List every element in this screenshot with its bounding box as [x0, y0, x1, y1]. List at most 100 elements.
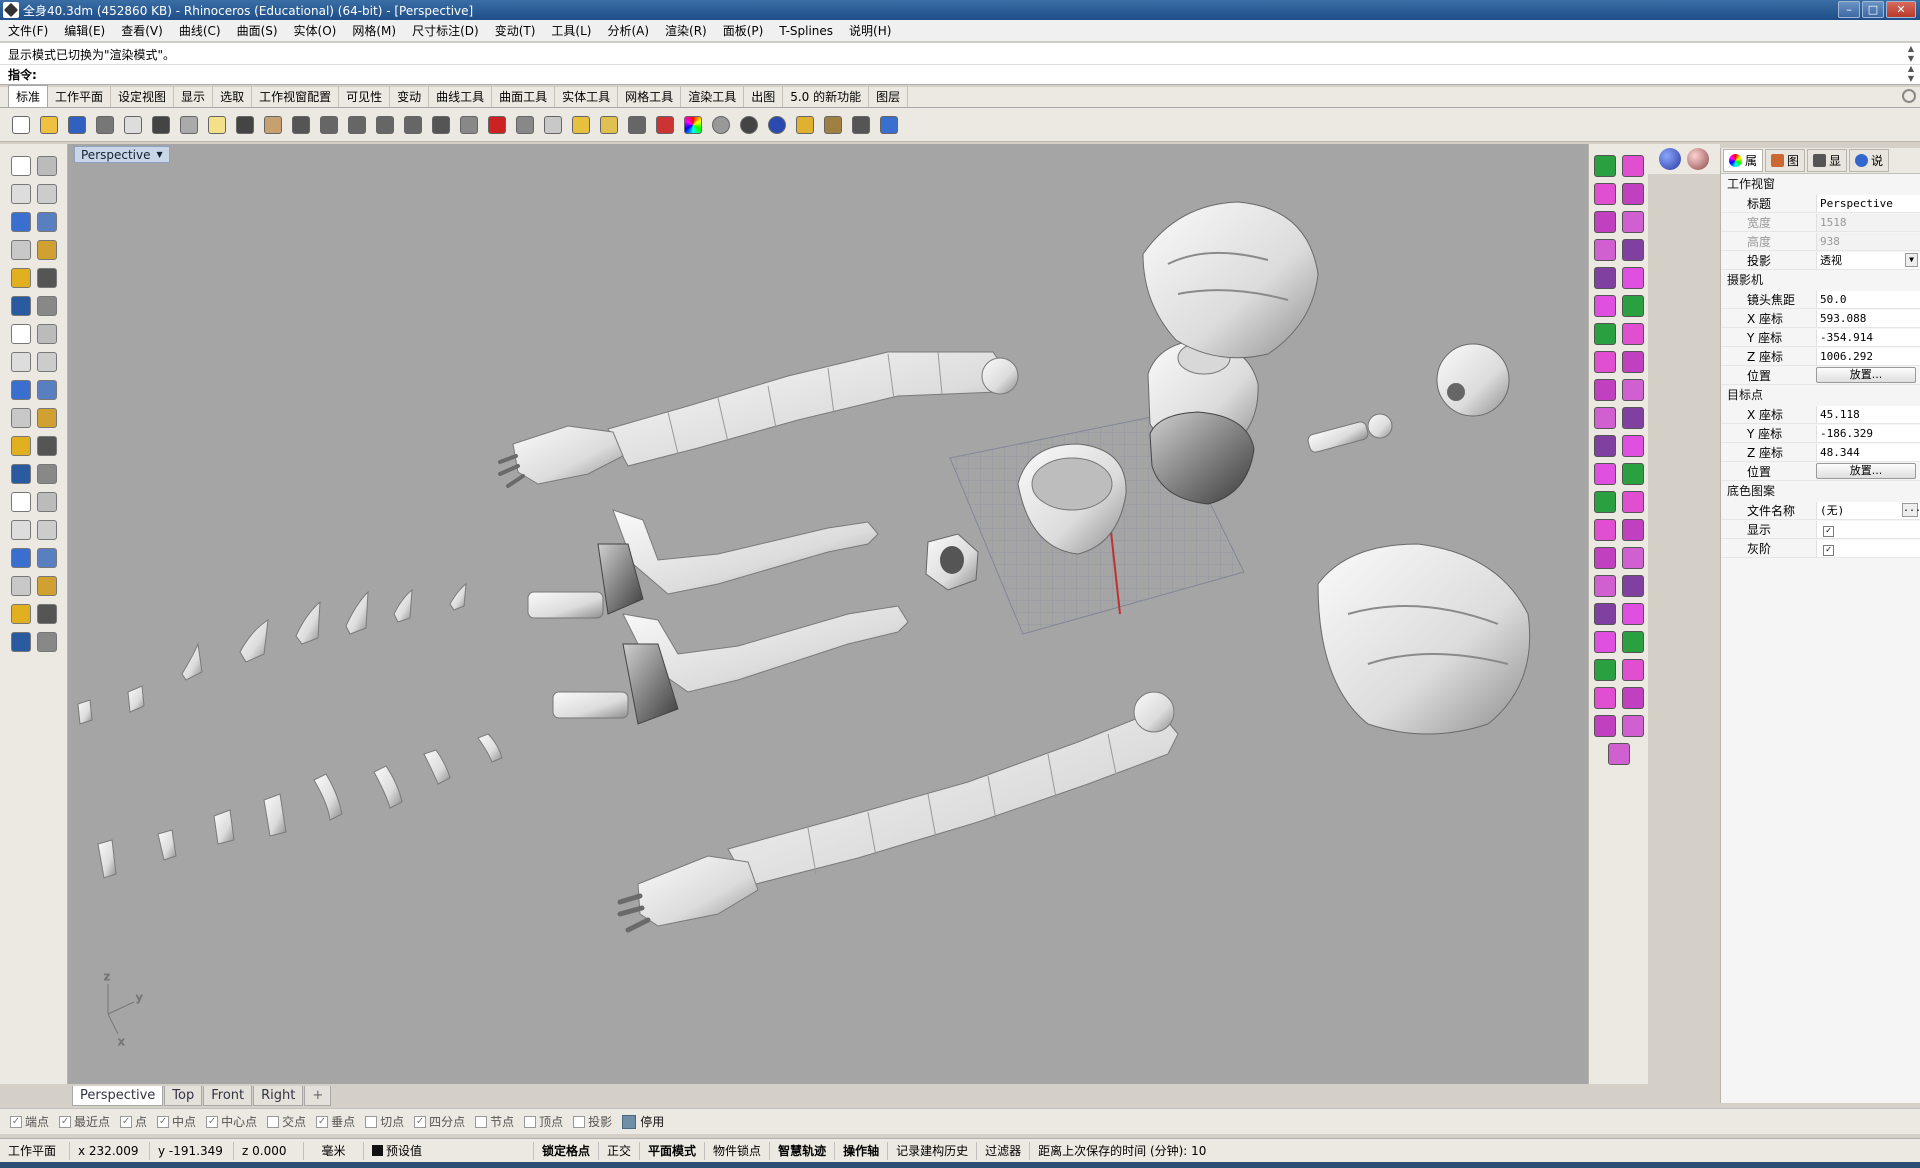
osnap-checkbox[interactable]	[524, 1115, 537, 1128]
left-tool-7-0-icon[interactable]	[10, 352, 31, 372]
paste-icon[interactable]	[204, 112, 230, 138]
color-wheel-icon[interactable]	[680, 112, 706, 138]
tspline-tool-10-1-icon[interactable]	[1621, 435, 1644, 457]
osnap-checkbox[interactable]: ✓	[157, 1115, 170, 1128]
tspline-tool-7-0-icon[interactable]	[1593, 351, 1616, 373]
command-scroll-arrows[interactable]: ▲ ▼ ▲ ▼	[1904, 44, 1918, 84]
menu-item-9[interactable]: 工具(L)	[543, 22, 599, 39]
osnap-item-3[interactable]: ✓ 中点	[157, 1113, 196, 1130]
add-viewport-tab[interactable]: +	[304, 1086, 332, 1106]
tspline-tool-4-0-icon[interactable]	[1593, 267, 1616, 289]
status-gumball[interactable]: 操作轴	[835, 1141, 889, 1160]
toolbar-options-gear-icon[interactable]	[1902, 89, 1916, 103]
left-tool-8-0-icon[interactable]	[10, 380, 31, 400]
osnap-item-2[interactable]: ✓ 点	[120, 1113, 147, 1130]
tspline-tool-12-0-icon[interactable]	[1593, 491, 1616, 513]
status-grid-snap[interactable]: 锁定格点	[534, 1141, 600, 1160]
target-place-button[interactable]: 放置...	[1816, 463, 1916, 479]
tspline-tool-6-1-icon[interactable]	[1621, 323, 1644, 345]
left-tool-0-1-icon[interactable]	[36, 156, 57, 176]
tspline-tool-17-1-icon[interactable]	[1621, 631, 1644, 653]
left-tool-15-1-icon[interactable]	[36, 576, 57, 596]
status-planar[interactable]: 平面模式	[640, 1141, 706, 1160]
toolbar-tab-14[interactable]: 5.0 的新功能	[783, 86, 870, 107]
help-icon[interactable]	[876, 112, 902, 138]
menu-item-5[interactable]: 实体(O)	[286, 22, 345, 39]
left-tool-4-0-icon[interactable]	[10, 268, 31, 288]
osnap-disable[interactable]: 停用	[622, 1113, 664, 1130]
prop-filename-field[interactable]: (无)...	[1816, 501, 1920, 519]
tspline-tool-7-1-icon[interactable]	[1621, 351, 1644, 373]
left-tool-6-0-icon[interactable]	[10, 324, 31, 344]
tspline-tool-3-1-icon[interactable]	[1621, 239, 1644, 261]
viewport-title-tab[interactable]: Perspective ▼	[74, 146, 170, 163]
status-ortho[interactable]: 正交	[599, 1141, 641, 1160]
left-tool-11-1-icon[interactable]	[36, 464, 57, 484]
status-cplane[interactable]: 工作平面	[0, 1141, 70, 1160]
tspline-tool-14-0-icon[interactable]	[1593, 547, 1616, 569]
tspline-tool-21-0-icon[interactable]	[1607, 743, 1630, 765]
zoom-in-icon[interactable]	[316, 112, 342, 138]
tab-properties[interactable]: 属	[1723, 149, 1764, 172]
left-tool-15-0-icon[interactable]	[10, 576, 31, 596]
status-osnap[interactable]: 物件锁点	[705, 1141, 771, 1160]
left-tool-7-1-icon[interactable]	[36, 352, 57, 372]
tspline-tool-0-1-icon[interactable]	[1621, 155, 1644, 177]
tspline-tool-9-1-icon[interactable]	[1621, 407, 1644, 429]
tspline-tool-4-1-icon[interactable]	[1621, 267, 1644, 289]
toolbar-tab-1[interactable]: 工作平面	[48, 86, 112, 107]
osnap-item-6[interactable]: ✓ 垂点	[316, 1113, 355, 1130]
tspline-tool-3-0-icon[interactable]	[1593, 239, 1616, 261]
left-tool-13-0-icon[interactable]	[10, 520, 31, 540]
toolbar-tab-3[interactable]: 显示	[174, 86, 214, 107]
menu-item-1[interactable]: 编辑(E)	[56, 22, 113, 39]
status-layer[interactable]: 预设值	[364, 1141, 534, 1160]
tspline-tool-20-1-icon[interactable]	[1621, 715, 1644, 737]
import-icon[interactable]	[120, 112, 146, 138]
tab-layers[interactable]: 图	[1765, 149, 1806, 172]
perspective-viewport[interactable]: z y x Perspective ▼	[68, 144, 1588, 1084]
close-button[interactable]: ✕	[1886, 1, 1916, 18]
tspline-tool-18-1-icon[interactable]	[1621, 659, 1644, 681]
tspline-tool-16-0-icon[interactable]	[1593, 603, 1616, 625]
osnap-item-7[interactable]: 切点	[365, 1113, 404, 1130]
tspline-tool-6-0-icon[interactable]	[1593, 323, 1616, 345]
zoom-extents-icon[interactable]	[372, 112, 398, 138]
tspline-tool-18-0-icon[interactable]	[1593, 659, 1616, 681]
menu-item-4[interactable]: 曲面(S)	[229, 22, 286, 39]
tab-help[interactable]: 说	[1849, 149, 1890, 172]
osnap-checkbox[interactable]	[267, 1115, 280, 1128]
viewport-tab-2[interactable]: Front	[203, 1086, 253, 1106]
browse-button[interactable]: ...	[1902, 502, 1920, 517]
toolbar-tab-12[interactable]: 渲染工具	[681, 86, 745, 107]
osnap-item-11[interactable]: 投影	[573, 1113, 612, 1130]
left-tool-11-0-icon[interactable]	[10, 464, 31, 484]
menu-item-3[interactable]: 曲线(C)	[171, 22, 229, 39]
tspline-tool-19-0-icon[interactable]	[1593, 687, 1616, 709]
menu-item-2[interactable]: 查看(V)	[113, 22, 171, 39]
left-tool-5-1-icon[interactable]	[36, 296, 57, 316]
toolbar-tab-0[interactable]: 标准	[8, 85, 49, 107]
prop-lens-field[interactable]: 50.0	[1816, 290, 1920, 308]
left-tool-3-0-icon[interactable]	[10, 240, 31, 260]
pan-icon[interactable]	[260, 112, 286, 138]
status-smarttrack[interactable]: 智慧轨迹	[770, 1141, 836, 1160]
circle-icon[interactable]	[540, 112, 566, 138]
tspline-tool-16-1-icon[interactable]	[1621, 603, 1644, 625]
tspline-tool-14-1-icon[interactable]	[1621, 547, 1644, 569]
osnap-checkbox[interactable]: ✓	[59, 1115, 72, 1128]
toolbar-tab-10[interactable]: 实体工具	[555, 86, 619, 107]
menu-item-6[interactable]: 网格(M)	[344, 22, 404, 39]
lock-icon[interactable]	[624, 112, 650, 138]
tspline-tool-9-0-icon[interactable]	[1593, 407, 1616, 429]
menu-item-7[interactable]: 尺寸标注(D)	[404, 22, 487, 39]
menu-item-13[interactable]: T-Splines	[771, 24, 841, 38]
left-tool-2-0-icon[interactable]	[10, 212, 31, 232]
viewport-tab-0[interactable]: Perspective	[72, 1086, 164, 1106]
prop-title-field[interactable]: Perspective	[1816, 194, 1920, 212]
toolbar-tab-5[interactable]: 工作视窗配置	[252, 86, 340, 107]
tspline-tool-2-0-icon[interactable]	[1593, 211, 1616, 233]
left-tool-17-1-icon[interactable]	[36, 632, 57, 652]
left-tool-10-0-icon[interactable]	[10, 436, 31, 456]
tspline-tool-5-1-icon[interactable]	[1621, 295, 1644, 317]
